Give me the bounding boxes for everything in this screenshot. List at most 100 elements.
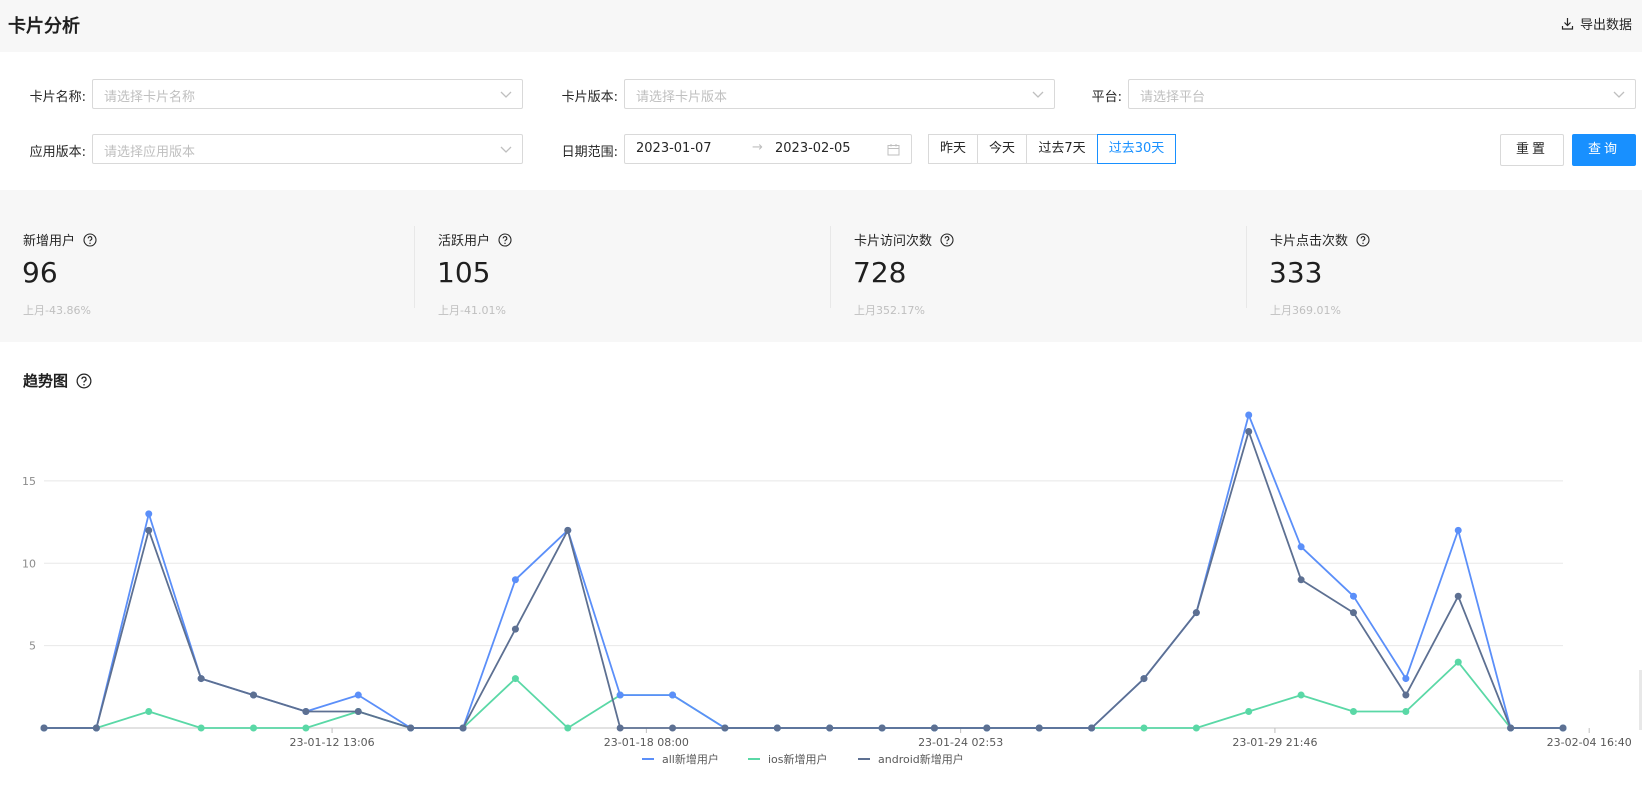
platform-label: 平台: bbox=[1091, 90, 1122, 105]
data-point[interactable] bbox=[878, 724, 886, 732]
data-point[interactable] bbox=[354, 708, 362, 716]
date-start-input[interactable]: 2023-01-07 bbox=[636, 141, 712, 156]
legend-item[interactable]: ios新增用户 bbox=[748, 752, 828, 766]
help-icon[interactable] bbox=[498, 232, 512, 247]
data-point[interactable] bbox=[511, 576, 519, 584]
stat-label: 卡片访问次数 bbox=[854, 234, 933, 249]
data-point[interactable] bbox=[92, 724, 100, 732]
platform-placeholder: 请选择平台 bbox=[1140, 90, 1206, 105]
stats-panel: 新增用户 96 上月-43.86% 活跃用户 105 上月-41.01% 卡片访… bbox=[0, 190, 1642, 342]
data-point[interactable] bbox=[354, 691, 362, 699]
data-point[interactable] bbox=[145, 526, 153, 534]
data-point[interactable] bbox=[511, 675, 519, 683]
data-point[interactable] bbox=[1559, 724, 1567, 732]
platform-select[interactable]: 请选择平台 bbox=[1128, 79, 1636, 109]
data-point[interactable] bbox=[302, 708, 310, 716]
help-icon[interactable] bbox=[1356, 232, 1370, 247]
stat-card-visits: 卡片访问次数 728 上月352.17% bbox=[831, 190, 1241, 342]
card-version-label: 卡片版本: bbox=[561, 90, 618, 105]
data-point[interactable] bbox=[1245, 708, 1253, 716]
stat-compare: 上月352.17% bbox=[854, 304, 925, 317]
data-point[interactable] bbox=[1402, 675, 1410, 683]
data-point[interactable] bbox=[407, 724, 415, 732]
quick-range-7days[interactable]: 过去7天 bbox=[1026, 134, 1098, 164]
legend-label: all新增用户 bbox=[662, 752, 719, 766]
data-point[interactable] bbox=[1297, 691, 1305, 699]
data-point[interactable] bbox=[1245, 411, 1253, 419]
data-point[interactable] bbox=[459, 724, 467, 732]
data-point[interactable] bbox=[1297, 576, 1305, 584]
date-range-separator: → bbox=[752, 140, 763, 155]
date-range-picker[interactable]: 2023-01-07 → 2023-02-05 bbox=[624, 134, 912, 164]
help-icon[interactable] bbox=[940, 232, 954, 247]
data-point[interactable] bbox=[1140, 724, 1148, 732]
data-point[interactable] bbox=[1192, 609, 1200, 617]
stat-new-users: 新增用户 96 上月-43.86% bbox=[0, 190, 410, 342]
help-icon[interactable] bbox=[76, 373, 92, 389]
data-point[interactable] bbox=[40, 724, 48, 732]
export-data-label: 导出数据 bbox=[1579, 18, 1632, 33]
data-point[interactable] bbox=[983, 724, 991, 732]
data-point[interactable] bbox=[773, 724, 781, 732]
data-point[interactable] bbox=[826, 724, 834, 732]
card-version-select[interactable]: 请选择卡片版本 bbox=[624, 79, 1055, 109]
stat-label: 卡片点击次数 bbox=[1270, 234, 1349, 249]
stat-compare: 上月369.01% bbox=[1270, 304, 1341, 317]
card-name-select[interactable]: 请选择卡片名称 bbox=[92, 79, 523, 109]
data-point[interactable] bbox=[721, 724, 729, 732]
data-point[interactable] bbox=[1192, 724, 1200, 732]
data-point[interactable] bbox=[197, 675, 205, 683]
series-line bbox=[44, 661, 1563, 729]
data-point[interactable] bbox=[1402, 708, 1410, 716]
card-version-placeholder: 请选择卡片版本 bbox=[636, 90, 728, 105]
stat-active-users: 活跃用户 105 上月-41.01% bbox=[415, 190, 825, 342]
data-point[interactable] bbox=[1349, 609, 1357, 617]
trend-chart[interactable]: 5 10 15 23-01-12 13:06 23-01-18 08:00 23-01-2… bbox=[0, 400, 1642, 780]
data-point[interactable] bbox=[616, 691, 624, 699]
app-version-label: 应用版本: bbox=[29, 145, 86, 160]
app-version-select[interactable]: 请选择应用版本 bbox=[92, 134, 523, 164]
quick-range-today[interactable]: 今天 bbox=[977, 134, 1027, 164]
data-point[interactable] bbox=[1245, 427, 1253, 435]
quick-range-yesterday[interactable]: 昨天 bbox=[928, 134, 978, 164]
stat-label: 活跃用户 bbox=[438, 234, 491, 249]
data-point[interactable] bbox=[145, 510, 153, 518]
data-point[interactable] bbox=[1035, 724, 1043, 732]
data-point[interactable] bbox=[1507, 724, 1515, 732]
data-point[interactable] bbox=[302, 724, 310, 732]
data-point[interactable] bbox=[1454, 658, 1462, 666]
quick-range-30days[interactable]: 过去30天 bbox=[1097, 134, 1176, 164]
data-point[interactable] bbox=[564, 526, 572, 534]
stat-compare: 上月-43.86% bbox=[23, 304, 91, 317]
data-point[interactable] bbox=[1140, 675, 1148, 683]
data-point[interactable] bbox=[616, 724, 624, 732]
data-point[interactable] bbox=[669, 724, 677, 732]
date-end-input[interactable]: 2023-02-05 bbox=[775, 141, 851, 156]
data-point[interactable] bbox=[1454, 592, 1462, 600]
data-point[interactable] bbox=[511, 625, 519, 633]
data-point[interactable] bbox=[1349, 708, 1357, 716]
query-button[interactable]: 查询 bbox=[1572, 134, 1636, 166]
export-data-button[interactable]: 导出数据 bbox=[1561, 14, 1632, 33]
help-icon[interactable] bbox=[83, 232, 97, 247]
stat-value: 333 bbox=[1269, 256, 1323, 289]
data-point[interactable] bbox=[1402, 691, 1410, 699]
data-point[interactable] bbox=[1349, 592, 1357, 600]
legend-item[interactable]: all新增用户 bbox=[642, 752, 719, 766]
data-point[interactable] bbox=[564, 724, 572, 732]
data-point[interactable] bbox=[250, 724, 258, 732]
data-point[interactable] bbox=[1454, 526, 1462, 534]
y-tick-label: 15 bbox=[22, 475, 36, 488]
y-tick-label: 5 bbox=[29, 640, 36, 653]
data-point[interactable] bbox=[1088, 724, 1096, 732]
date-range-label: 日期范围: bbox=[561, 145, 618, 160]
reset-button[interactable]: 重置 bbox=[1500, 134, 1564, 166]
data-point[interactable] bbox=[1297, 543, 1305, 551]
legend-label: android新增用户 bbox=[878, 752, 964, 766]
legend-item[interactable]: android新增用户 bbox=[858, 752, 964, 766]
data-point[interactable] bbox=[197, 724, 205, 732]
data-point[interactable] bbox=[669, 691, 677, 699]
data-point[interactable] bbox=[930, 724, 938, 732]
data-point[interactable] bbox=[145, 708, 153, 716]
data-point[interactable] bbox=[250, 691, 258, 699]
